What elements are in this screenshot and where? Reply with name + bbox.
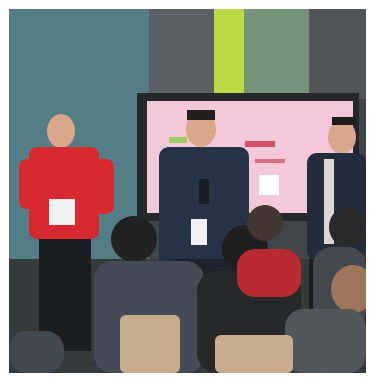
photo-frame <box>9 9 366 373</box>
lighting-overlay <box>9 9 366 373</box>
event-photo <box>9 9 366 373</box>
